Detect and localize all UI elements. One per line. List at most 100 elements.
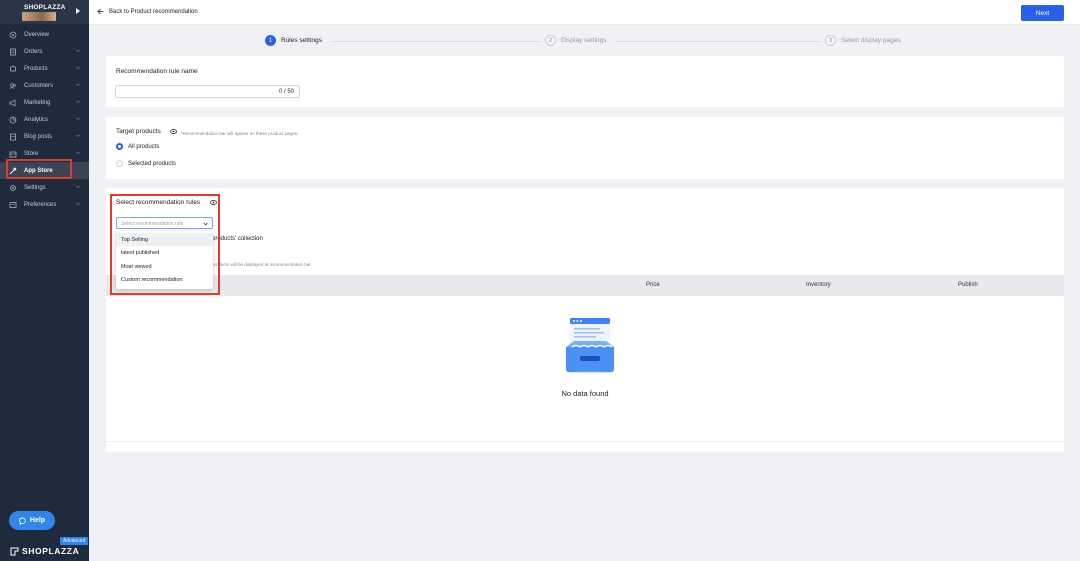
sidebar-item-customers[interactable]: Customers (0, 77, 89, 94)
products-icon (9, 65, 17, 73)
chat-bubble-icon (19, 517, 26, 525)
sidebar-item-overview[interactable]: Overview (0, 26, 89, 43)
sidebar: SHOPLAZZA Overview Orders Products Custo… (0, 0, 89, 561)
column-header-publish: Publish (958, 282, 978, 288)
dropdown-option-custom[interactable]: Custom recommendation (116, 273, 213, 286)
products-display-hint: products will be displayed at recommenda… (212, 262, 311, 267)
sidebar-item-orders[interactable]: Orders (0, 43, 89, 60)
table-header: Price Inventory Publish (106, 275, 1064, 296)
app-store-icon (9, 167, 17, 175)
sidebar-item-preferences[interactable]: Preferences (0, 196, 89, 213)
radio-label: Selected products (128, 160, 177, 167)
dropdown-option-top-selling[interactable]: Top Selling (116, 233, 213, 246)
blog-icon (9, 133, 17, 141)
step-label: Display settings (561, 37, 607, 44)
radio-selected[interactable] (116, 143, 123, 150)
column-header-price: Price (646, 282, 660, 288)
divider (106, 441, 1064, 442)
sidebar-item-label: Settings (24, 184, 46, 191)
eye-icon[interactable] (210, 200, 217, 205)
target-products-hint: *Recommendation bar will appear on these… (181, 131, 299, 136)
chevron-down-icon (76, 117, 80, 120)
shoplazza-logo: SHOPLAZZA (10, 546, 79, 556)
analytics-icon (9, 116, 17, 124)
dropdown-option-most-viewed[interactable]: Most viewed (116, 260, 213, 273)
chevron-down-icon (76, 134, 80, 137)
radio-unselected[interactable] (116, 160, 123, 167)
sidebar-item-blog-posts[interactable]: Blog posts (0, 128, 89, 145)
preferences-icon (9, 201, 17, 209)
sidebar-item-settings[interactable]: Settings (0, 179, 89, 196)
sidebar-item-label: Store (24, 150, 39, 157)
radio-all-products[interactable]: All products (116, 143, 159, 150)
rec-rules-label: Select recommendation rules (116, 199, 201, 206)
step-rules-settings: 1 Rules settings (265, 35, 322, 46)
shoplazza-logo-icon (10, 547, 19, 555)
sidebar-item-label: Marketing (24, 99, 51, 106)
step-number: 3 (825, 35, 836, 46)
back-link-label: Back to Product recommendation (109, 8, 198, 15)
sidebar-item-label: Blog posts (24, 133, 53, 140)
eye-icon[interactable] (170, 129, 177, 134)
overview-icon (9, 31, 17, 39)
empty-state-text: No data found (561, 389, 609, 398)
char-counter: 0 / 50 (278, 89, 294, 95)
sidebar-item-app-store[interactable]: App Store (0, 162, 89, 179)
step-label: Rules settings (281, 37, 322, 44)
chevron-down-icon (76, 202, 80, 205)
select-placeholder: Select recommendation rule (121, 221, 184, 227)
dropdown-option-latest-published[interactable]: latest published (116, 246, 213, 259)
collection-option-label: products' collection (212, 236, 263, 242)
empty-box-illustration (566, 318, 614, 373)
store-icon (9, 150, 17, 158)
sidebar-item-label: Overview (24, 31, 50, 38)
store-name: SHOPLAZZA (24, 4, 66, 11)
back-link[interactable]: Back to Product recommendation (97, 8, 198, 15)
sidebar-nav: Overview Orders Products Customers Marke… (0, 26, 89, 213)
chevron-down-icon (76, 100, 80, 103)
chevron-down-icon (76, 185, 80, 188)
step-number: 2 (545, 35, 556, 46)
sidebar-item-products[interactable]: Products (0, 60, 89, 77)
step-connector (331, 41, 541, 42)
customers-icon (9, 82, 17, 90)
top-bar: Back to Product recommendation Next (89, 0, 1080, 25)
sidebar-item-label: App Store (24, 167, 53, 174)
store-logo (22, 12, 56, 21)
chevron-down-icon (76, 66, 80, 69)
step-select-display-pages: 3 Select display pages (825, 35, 901, 46)
rule-name-label: Recommendation rule name (116, 68, 198, 75)
rec-rule-dropdown: Top Selling latest published Most viewed… (116, 231, 213, 289)
radio-selected-products[interactable]: Selected products (116, 160, 176, 167)
rec-rule-select[interactable]: Select recommendation rule (116, 217, 213, 229)
sidebar-item-label: Analytics (24, 116, 49, 123)
orders-icon (9, 48, 17, 56)
chevron-down-icon (76, 151, 80, 154)
step-display-settings: 2 Display settings (545, 35, 607, 46)
target-products-label: Target products (116, 128, 161, 135)
step-label: Select display pages (841, 37, 901, 44)
step-progress: 1 Rules settings 2 Display settings 3 Se… (89, 25, 1080, 56)
chevron-down-icon (76, 83, 80, 86)
settings-icon (9, 184, 17, 192)
chevron-down-icon (76, 49, 80, 52)
sidebar-item-marketing[interactable]: Marketing (0, 94, 89, 111)
sidebar-item-label: Products (24, 65, 48, 72)
marketing-icon (9, 98, 17, 107)
arrow-left-icon (97, 8, 104, 15)
step-connector (616, 41, 821, 42)
sidebar-item-analytics[interactable]: Analytics (0, 111, 89, 128)
help-label: Help (29, 517, 46, 524)
store-switcher[interactable]: SHOPLAZZA (0, 0, 89, 24)
help-button[interactable]: Help (9, 511, 55, 530)
chevron-down-icon (203, 222, 208, 226)
next-button[interactable]: Next (1021, 5, 1064, 21)
rule-name-input[interactable]: 0 / 50 (115, 85, 300, 98)
target-products-card: Target products *Recommendation bar will… (106, 117, 1064, 179)
column-header-inventory: Inventory (806, 282, 831, 288)
recommendation-rules-card: Select recommendation rules Select recom… (106, 188, 1064, 452)
plan-badge: Advanced (60, 537, 89, 545)
sidebar-item-store[interactable]: Store (0, 145, 89, 162)
footer-logo-text: SHOPLAZZA (22, 546, 80, 556)
radio-label: All products (128, 143, 160, 150)
